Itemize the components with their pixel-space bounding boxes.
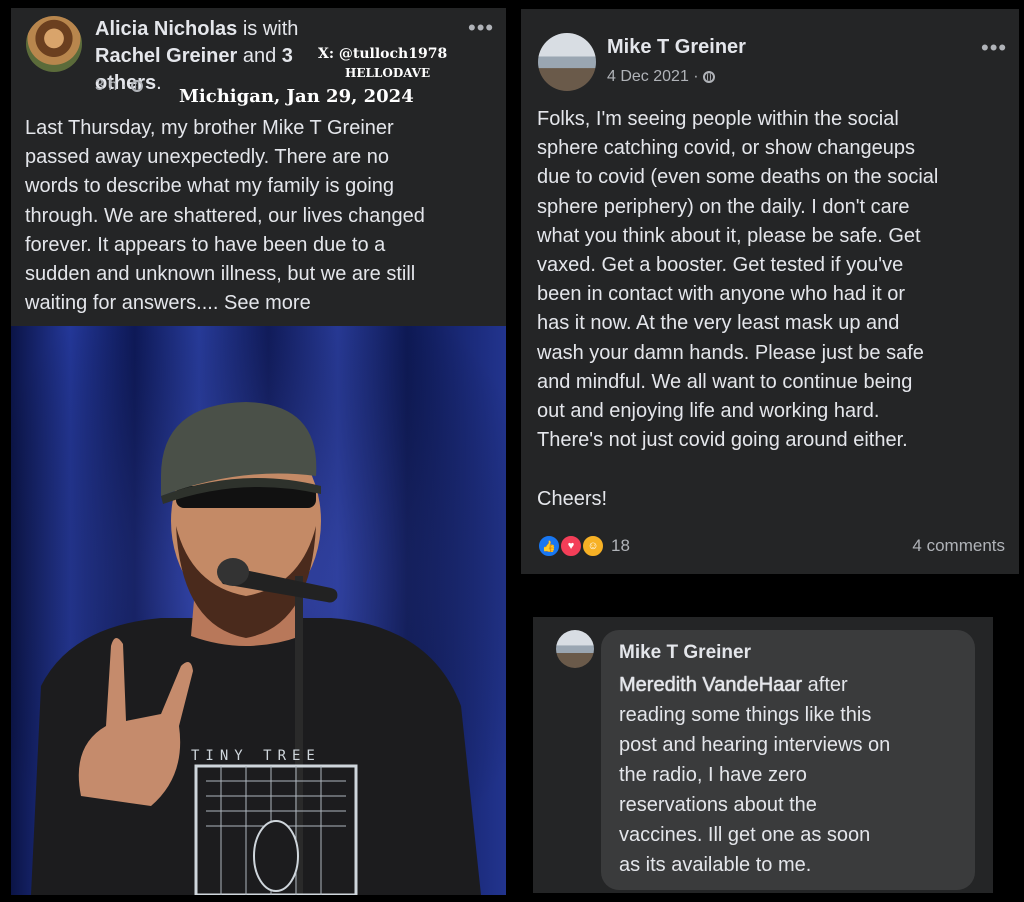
post-photo[interactable]: TINY TREE [11,326,506,895]
reaction-count: 18 [611,536,630,555]
avatar-alicia[interactable] [26,16,82,72]
comments-count[interactable]: 4 comments [912,536,1005,556]
watermark-location-date: Michigan, Jan 29, 2024 [179,86,414,107]
comment-body: Meredith VandeHaar after reading some th… [619,670,969,880]
watermark-name: HELLODAVE [345,66,431,80]
post-date[interactable]: 4 Dec 2021 [607,68,689,85]
post-time[interactable]: 3 h [95,77,117,94]
post-mike: Mike T Greiner 4 Dec 2021 · ••• Folks, I… [521,9,1019,574]
comment-avatar[interactable] [556,630,594,668]
post-body: Last Thursday, my brother Mike T Greiner… [25,114,505,318]
comment-author[interactable]: Mike T Greiner [619,642,751,664]
meta-dot: · [121,77,128,94]
post-body-text: Last Thursday, my brother Mike T Greiner… [25,117,425,315]
comment-panel: Mike T Greiner Meredith VandeHaar after … [533,617,993,893]
post-meta: 3 h · [95,77,144,95]
post-meta: 4 Dec 2021 · [607,68,716,86]
reactions-summary[interactable]: 👍 ♥ ☺ 18 [537,534,657,558]
see-more-link[interactable]: See more [218,292,311,314]
author-name[interactable]: Alicia Nicholas [95,18,237,40]
love-reaction-icon: ♥ [559,534,583,558]
meta-dot: · [693,68,699,85]
with-text: is with [237,18,299,40]
shirt-text: TINY TREE [191,748,321,764]
and-text: and [237,45,282,67]
period: . [156,72,162,94]
author-name[interactable]: Mike T Greiner [607,36,746,59]
more-options-icon[interactable]: ••• [468,17,494,39]
mention-link[interactable]: Meredith VandeHaar [619,674,802,696]
like-reaction-icon: 👍 [537,534,561,558]
tagged-name[interactable]: Rachel Greiner [95,45,237,67]
public-globe-icon [131,80,144,92]
comment-text: after reading some things like this post… [619,674,891,876]
avatar-mike[interactable] [538,33,596,91]
watermark-handle: X: @tulloch1978 [318,46,448,62]
post-body: Folks, I'm seeing people within the soci… [537,108,939,510]
public-globe-icon [703,71,716,83]
care-reaction-icon: ☺ [581,534,605,558]
comment-bubble: Mike T Greiner Meredith VandeHaar after … [601,630,975,890]
more-options-icon[interactable]: ••• [981,37,1007,59]
